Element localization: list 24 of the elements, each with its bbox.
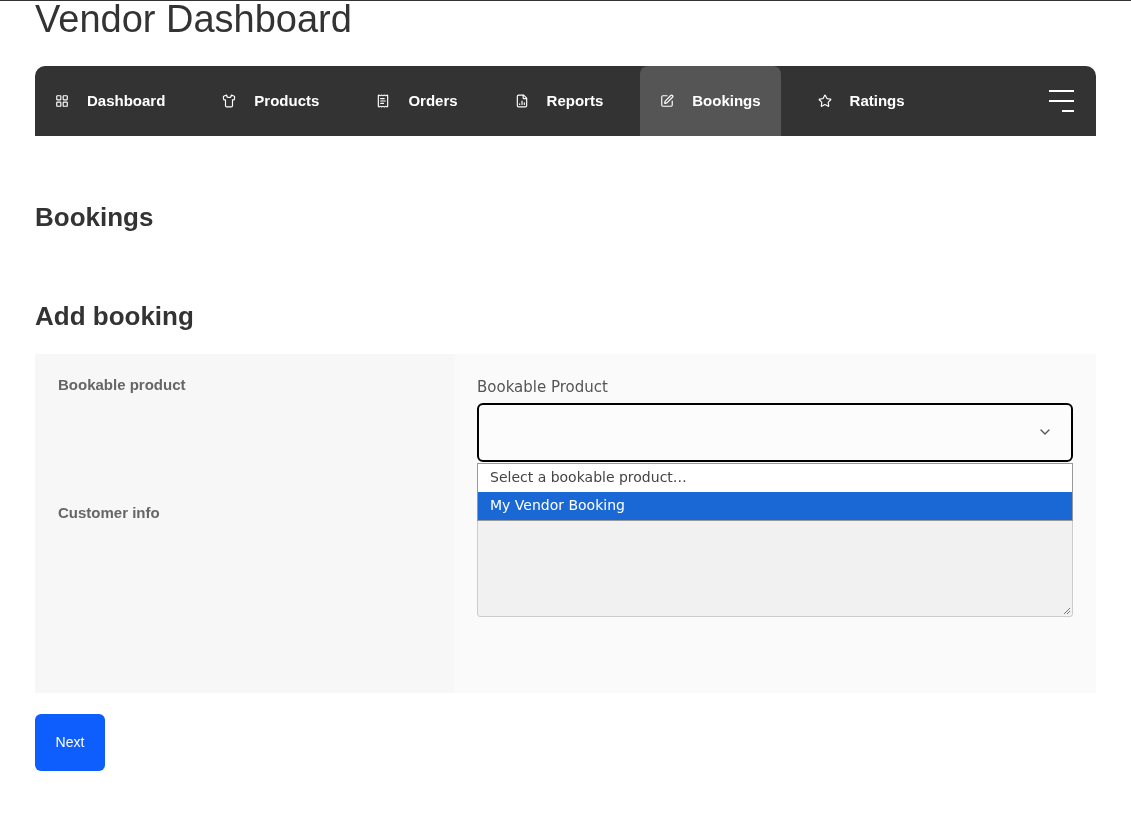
dropdown-option[interactable]: My Vendor Booking bbox=[478, 491, 1072, 520]
page-title: Vendor Dashboard bbox=[35, 1, 353, 37]
star-icon bbox=[817, 94, 832, 108]
section-heading: Bookings bbox=[35, 201, 155, 234]
next-button[interactable]: Next bbox=[35, 713, 105, 771]
nav-tab[interactable]: Reports bbox=[494, 66, 624, 136]
nav-tab[interactable]: Products bbox=[202, 66, 340, 136]
nav-tab[interactable]: Bookings bbox=[640, 66, 781, 136]
shirt-icon bbox=[222, 94, 237, 108]
nav-tab[interactable]: Dashboard bbox=[35, 66, 186, 136]
receipt-icon bbox=[376, 94, 391, 108]
nav-tab[interactable]: Orders bbox=[356, 66, 478, 136]
menu-icon[interactable] bbox=[1049, 90, 1074, 112]
field-label: Bookable Product bbox=[477, 377, 609, 398]
nav-tab[interactable]: Ratings bbox=[797, 66, 925, 136]
label-cell: Bookable product bbox=[35, 354, 454, 480]
label-cell: Customer info bbox=[35, 479, 454, 693]
resize-grip-icon bbox=[1063, 606, 1071, 615]
dropdown-option[interactable]: Select a bookable product… bbox=[478, 463, 1072, 492]
select-field[interactable] bbox=[477, 402, 1073, 462]
document-chart-icon bbox=[514, 94, 529, 108]
grid-icon bbox=[55, 94, 69, 108]
form-heading: Add booking bbox=[35, 300, 195, 333]
edit-icon bbox=[660, 94, 675, 108]
